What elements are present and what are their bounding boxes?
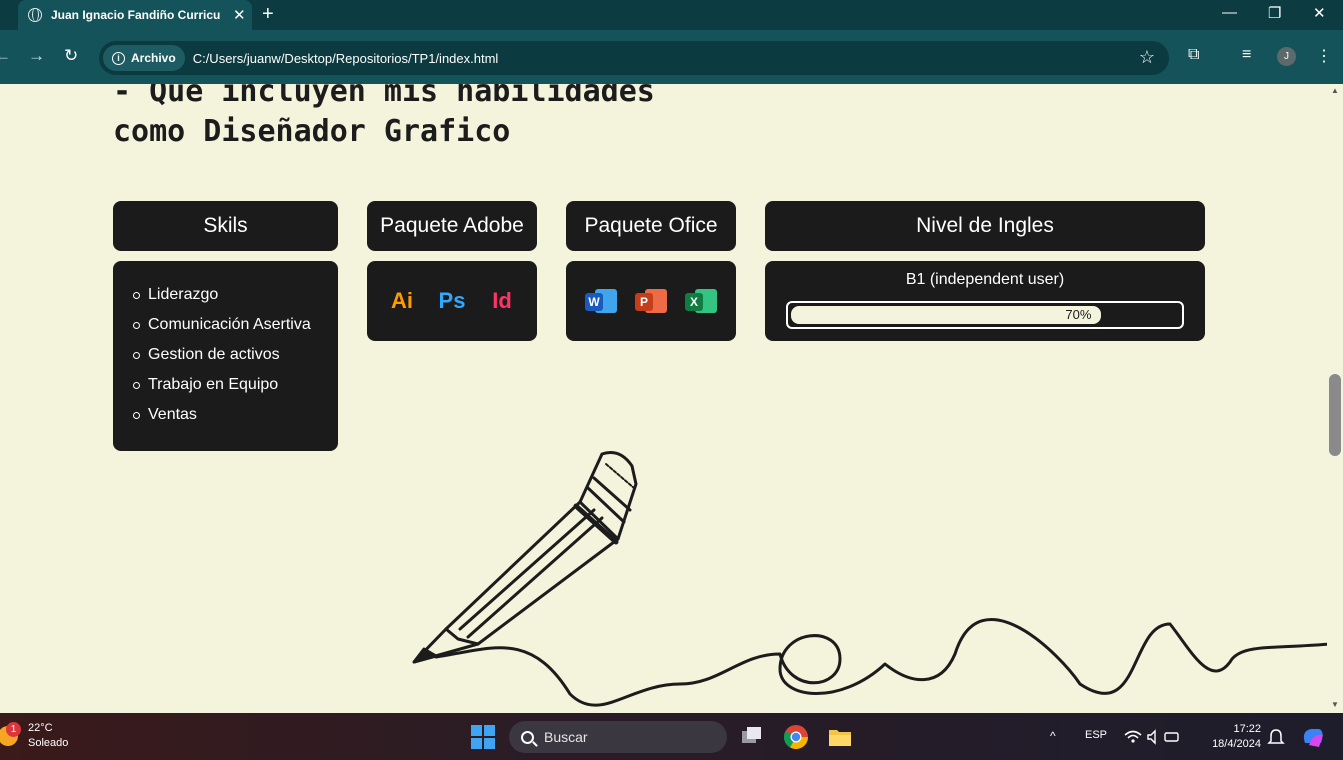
restore-button[interactable]: ❐ [1268, 4, 1281, 22]
word-icon: W [585, 287, 617, 315]
site-info-chip[interactable]: i Archivo [103, 45, 185, 71]
skill-item: Trabajo en Equipo [133, 376, 338, 406]
office-card: W P X [566, 261, 736, 341]
photoshop-icon: Ps [438, 288, 466, 313]
info-icon: i [112, 51, 125, 65]
copilot-icon[interactable] [1299, 723, 1327, 751]
toolbar: ← → ↻ i Archivo C:/Users/juanw/Desktop/R… [0, 30, 1343, 84]
excel-icon: X [685, 287, 717, 315]
sun-icon: 1 [0, 722, 21, 746]
skills-header: Skils [113, 201, 338, 251]
search-icon [521, 730, 534, 744]
heading-line-2: como Diseñador Grafico [113, 114, 511, 149]
windows-taskbar: 1 22°C Soleado Buscar ^ ESP 17:22 18/4/2… [0, 713, 1343, 760]
weather-widget[interactable]: 1 22°C Soleado [0, 721, 68, 751]
tab-strip: Juan Ignacio Fandiño Curriculum ✕ + — ❐ … [0, 0, 1343, 30]
weather-temp: 22°C [28, 722, 53, 734]
window-close-button[interactable]: ✕ [1313, 4, 1326, 22]
extensions-icon[interactable]: ⧉ [1188, 46, 1199, 64]
search-placeholder: Buscar [544, 729, 588, 745]
english-title: Nivel de Ingles [916, 214, 1054, 237]
wifi-sound-battery-icon[interactable] [1122, 727, 1182, 747]
skills-card: Liderazgo Comunicación Asertiva Gestion … [113, 261, 338, 451]
skill-item: Gestion de activos [133, 346, 338, 376]
clock-date: 18/4/2024 [1212, 738, 1261, 750]
show-hidden-icons[interactable]: ^ [1050, 729, 1056, 743]
english-level: B1 (independent user) [905, 271, 1065, 288]
powerpoint-icon: P [635, 287, 667, 315]
clock-time: 17:22 [1233, 723, 1261, 735]
adobe-header: Paquete Adobe [367, 201, 537, 251]
url-text[interactable]: C:/Users/juanw/Desktop/Repositorios/TP1/… [193, 51, 499, 66]
task-view-icon[interactable] [738, 723, 766, 751]
address-bar[interactable]: i Archivo C:/Users/juanw/Desktop/Reposit… [99, 41, 1169, 75]
skills-title: Skils [203, 214, 248, 237]
section-heading: - Que incluyen mis habilidades como Dise… [113, 84, 655, 152]
adobe-card: Ai Ps Id [367, 261, 537, 341]
taskbar-search[interactable]: Buscar [509, 721, 727, 753]
scrollbar-thumb[interactable] [1329, 374, 1341, 456]
english-progress-fill: 70% [791, 306, 1102, 324]
back-button[interactable]: ← [0, 46, 11, 66]
system-clock[interactable]: 17:22 18/4/2024 [1203, 722, 1261, 752]
new-tab-button[interactable]: + [262, 3, 274, 26]
office-header: Paquete Ofice [566, 201, 736, 251]
close-tab-icon[interactable]: ✕ [233, 6, 246, 24]
vertical-scrollbar[interactable]: ▲ ▼ [1327, 84, 1343, 713]
language-indicator[interactable]: ESP [1085, 729, 1107, 741]
english-progress-text: 70% [1065, 307, 1092, 322]
tab-title: Juan Ignacio Fandiño Curriculum [51, 8, 221, 22]
adobe-title: Paquete Adobe [380, 214, 524, 237]
skill-item: Ventas [133, 406, 338, 436]
menu-icon[interactable]: ⋮ [1316, 46, 1332, 66]
skill-item: Liderazgo [133, 286, 338, 316]
pencil-drawing-icon [412, 451, 1327, 707]
english-header: Nivel de Ingles [765, 201, 1205, 251]
minimize-button[interactable]: — [1222, 4, 1237, 21]
start-button[interactable] [471, 725, 495, 749]
forward-button[interactable]: → [28, 46, 45, 66]
profile-avatar[interactable]: J [1277, 47, 1296, 66]
media-controls-icon[interactable]: ≡ [1242, 46, 1251, 64]
weather-desc: Soleado [28, 737, 69, 749]
site-info-label: Archivo [131, 51, 176, 65]
skill-item: Comunicación Asertiva [133, 316, 338, 346]
notifications-bell-icon[interactable] [1266, 727, 1286, 747]
office-title: Paquete Ofice [584, 214, 718, 237]
browser-tab-active[interactable]: Juan Ignacio Fandiño Curriculum ✕ [18, 0, 252, 30]
english-progress-bar: 70% [786, 301, 1184, 329]
reload-button[interactable]: ↻ [64, 46, 78, 66]
globe-icon [28, 8, 42, 22]
indesign-icon: Id [492, 288, 512, 313]
illustrator-icon: Ai [391, 288, 413, 313]
scroll-up-icon[interactable]: ▲ [1331, 86, 1339, 95]
page-viewport: - Que incluyen mis habilidades como Dise… [0, 84, 1327, 713]
english-card: B1 (independent user) 70% [765, 261, 1205, 341]
chrome-icon[interactable] [782, 723, 810, 751]
bookmark-star-icon[interactable]: ☆ [1139, 47, 1155, 68]
scroll-down-icon[interactable]: ▼ [1331, 700, 1339, 709]
notification-badge: 1 [6, 722, 21, 737]
file-explorer-icon[interactable] [826, 723, 854, 751]
skills-list: Liderazgo Comunicación Asertiva Gestion … [113, 261, 338, 436]
heading-line-1: - Que incluyen mis habilidades [113, 84, 655, 109]
